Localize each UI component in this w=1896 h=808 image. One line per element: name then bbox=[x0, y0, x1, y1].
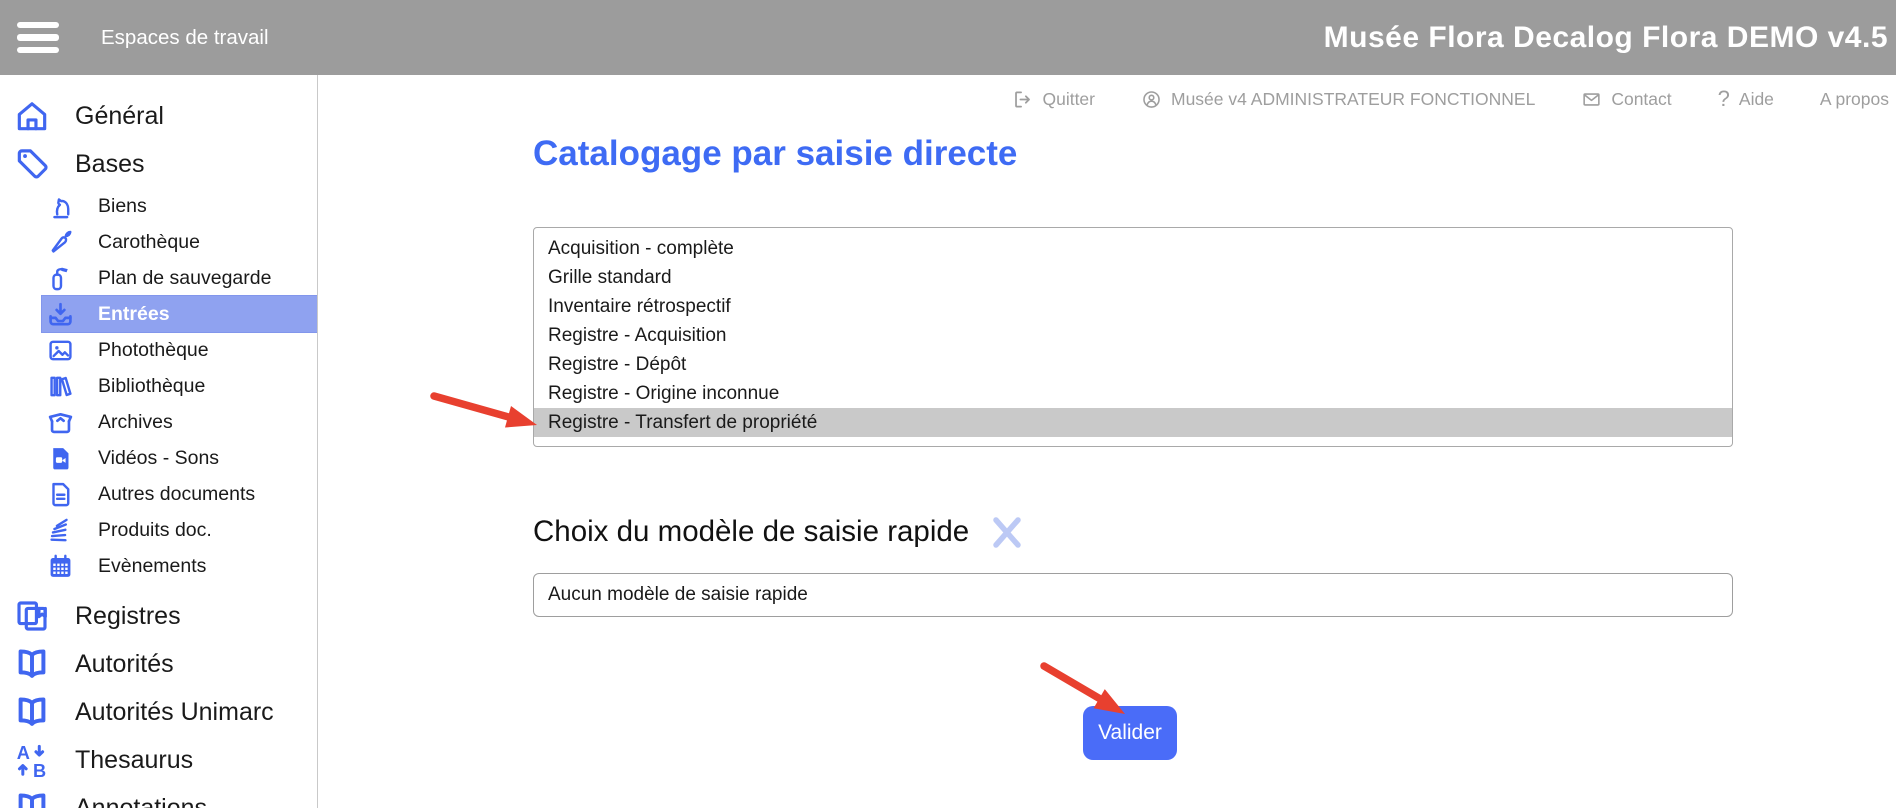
library-books-icon bbox=[46, 372, 75, 401]
valider-button[interactable]: Valider bbox=[1083, 706, 1177, 760]
listbox-option-grille-standard[interactable]: Grille standard bbox=[534, 263, 1732, 292]
grid-listbox[interactable]: Acquisition - complèteGrille standardInv… bbox=[533, 227, 1733, 447]
sidebar-item-label: Thesaurus bbox=[75, 746, 193, 775]
utility-link-aide[interactable]: ? Aide bbox=[1718, 86, 1774, 112]
user-icon bbox=[1141, 89, 1162, 110]
sidebar-item-label: Entrées bbox=[98, 303, 170, 326]
fire-extinguisher-icon bbox=[46, 264, 75, 293]
open-book-icon bbox=[13, 789, 51, 808]
hamburger-menu-icon[interactable] bbox=[17, 22, 59, 54]
exit-icon bbox=[1012, 89, 1033, 110]
sidebar-item-autres-documents[interactable]: Autres documents bbox=[0, 476, 317, 512]
utility-link-contact[interactable]: Contact bbox=[1581, 89, 1671, 110]
app-window: Espaces de travail Musée Flora Decalog F… bbox=[0, 0, 1896, 808]
utility-link-musee-v4-administrateur-fonctionnel[interactable]: Musée v4 ADMINISTRATEUR FONCTIONNEL bbox=[1141, 89, 1535, 110]
sidebar-item-bibliotheque[interactable]: Bibliothèque bbox=[0, 368, 317, 404]
sidebar-item-label: Photothèque bbox=[98, 339, 209, 362]
listbox-option-registre-depot[interactable]: Registre - Dépôt bbox=[534, 350, 1732, 379]
workspace-label: Espaces de travail bbox=[101, 26, 269, 50]
sidebar-item-general[interactable]: Général bbox=[0, 92, 317, 140]
sidebar-item-label: Autorités bbox=[75, 650, 174, 679]
sidebar-item-registres[interactable]: Registres bbox=[0, 592, 317, 640]
sidebar-item-autorites-unimarc[interactable]: Autorités Unimarc bbox=[0, 688, 317, 736]
listbox-option-registre-acquisition[interactable]: Registre - Acquisition bbox=[534, 321, 1732, 350]
paper-stack-icon bbox=[46, 516, 75, 545]
svg-text:B: B bbox=[33, 761, 46, 779]
sidebar-item-plan-de-sauvegarde[interactable]: Plan de sauvegarde bbox=[0, 260, 317, 296]
app-title: Musée Flora Decalog Flora DEMO v4.5 bbox=[1324, 21, 1888, 55]
listbox-option-inventaire-retrospectif[interactable]: Inventaire rétrospectif bbox=[534, 292, 1732, 321]
clear-selection-icon[interactable] bbox=[989, 514, 1025, 550]
sidebar-item-label: Général bbox=[75, 102, 164, 131]
document-icon bbox=[46, 480, 75, 509]
svg-text:A: A bbox=[17, 743, 30, 763]
sidebar-item-produits-doc[interactable]: Produits doc. bbox=[0, 512, 317, 548]
annotation-arrow-listbox bbox=[434, 396, 537, 428]
utility-link-a-propos[interactable]: A propos bbox=[1820, 89, 1889, 110]
archive-box-icon bbox=[46, 408, 75, 437]
utility-link-label: Contact bbox=[1611, 89, 1671, 110]
video-document-icon bbox=[46, 444, 75, 473]
sidebar-item-label: Autorités Unimarc bbox=[75, 698, 274, 727]
listbox-option-acquisition-complete[interactable]: Acquisition - complète bbox=[534, 234, 1732, 263]
open-book-icon bbox=[13, 693, 51, 731]
quick-model-heading: Choix du modèle de saisie rapide bbox=[533, 515, 969, 549]
sidebar-item-label: Archives bbox=[98, 411, 173, 434]
sidebar-item-label: Registres bbox=[75, 602, 181, 631]
registers-icon bbox=[13, 597, 51, 635]
sidebar-item-label: Bibliothèque bbox=[98, 375, 205, 398]
listbox-option-registre-transfert-de-propriete[interactable]: Registre - Transfert de propriété bbox=[534, 408, 1732, 437]
help-icon: ? bbox=[1718, 86, 1730, 112]
sidebar-item-bases[interactable]: Bases bbox=[0, 140, 317, 188]
inbox-download-icon bbox=[46, 300, 75, 329]
utility-link-label: A propos bbox=[1820, 89, 1889, 110]
sidebar-item-label: Vidéos - Sons bbox=[98, 447, 219, 470]
utility-link-label: Aide bbox=[1739, 89, 1774, 110]
sidebar-item-label: Carothèque bbox=[98, 231, 200, 254]
chess-knight-icon bbox=[46, 192, 75, 221]
sidebar-item-label: Autres documents bbox=[98, 483, 255, 506]
sidebar-item-carotheque[interactable]: Carothèque bbox=[0, 224, 317, 260]
sort-alpha-icon: AB bbox=[13, 741, 51, 779]
sidebar-item-biens[interactable]: Biens bbox=[0, 188, 317, 224]
sidebar-item-label: Plan de sauvegarde bbox=[98, 267, 271, 290]
sidebar-item-autorites[interactable]: Autorités bbox=[0, 640, 317, 688]
sidebar-nav: Général Bases Biens Carothèque Plan de sauve… bbox=[0, 75, 318, 808]
mail-icon bbox=[1581, 89, 1602, 110]
sidebar-item-phototheque[interactable]: Photothèque bbox=[0, 332, 317, 368]
page-title: Catalogage par saisie directe bbox=[533, 134, 1017, 174]
listbox-option-registre-origine-inconnue[interactable]: Registre - Origine inconnue bbox=[534, 379, 1732, 408]
home-icon bbox=[13, 97, 51, 135]
sidebar-item-thesaurus[interactable]: AB Thesaurus bbox=[0, 736, 317, 784]
sidebar-item-evenements[interactable]: Evènements bbox=[0, 548, 317, 584]
sidebar-item-label: Biens bbox=[98, 195, 147, 218]
sidebar-item-label: Evènements bbox=[98, 555, 206, 578]
calendar-icon bbox=[46, 552, 75, 581]
utility-link-label: Musée v4 ADMINISTRATEUR FONCTIONNEL bbox=[1171, 89, 1535, 110]
open-book-icon bbox=[13, 645, 51, 683]
core-sample-icon bbox=[46, 228, 75, 257]
tag-icon bbox=[13, 145, 51, 183]
quick-model-select[interactable]: Aucun modèle de saisie rapide bbox=[533, 573, 1733, 617]
sidebar-item-archives[interactable]: Archives bbox=[0, 404, 317, 440]
quick-model-select-value: Aucun modèle de saisie rapide bbox=[548, 584, 808, 606]
utility-link-label: Quitter bbox=[1042, 89, 1095, 110]
sidebar-item-label: Annotations bbox=[75, 794, 207, 808]
sidebar-item-label: Bases bbox=[75, 150, 144, 179]
sidebar-item-annotations[interactable]: Annotations bbox=[0, 784, 317, 808]
utility-bar: Quitter Musée v4 ADMINISTRATEUR FONCTIONN… bbox=[1012, 86, 1889, 112]
top-bar: Espaces de travail Musée Flora Decalog F… bbox=[0, 0, 1896, 75]
photo-icon bbox=[46, 336, 75, 365]
sidebar-item-label: Produits doc. bbox=[98, 519, 212, 542]
utility-link-quitter[interactable]: Quitter bbox=[1012, 89, 1095, 110]
sidebar-item-videos-sons[interactable]: Vidéos - Sons bbox=[0, 440, 317, 476]
sidebar-item-entrees[interactable]: Entrées bbox=[42, 296, 318, 332]
